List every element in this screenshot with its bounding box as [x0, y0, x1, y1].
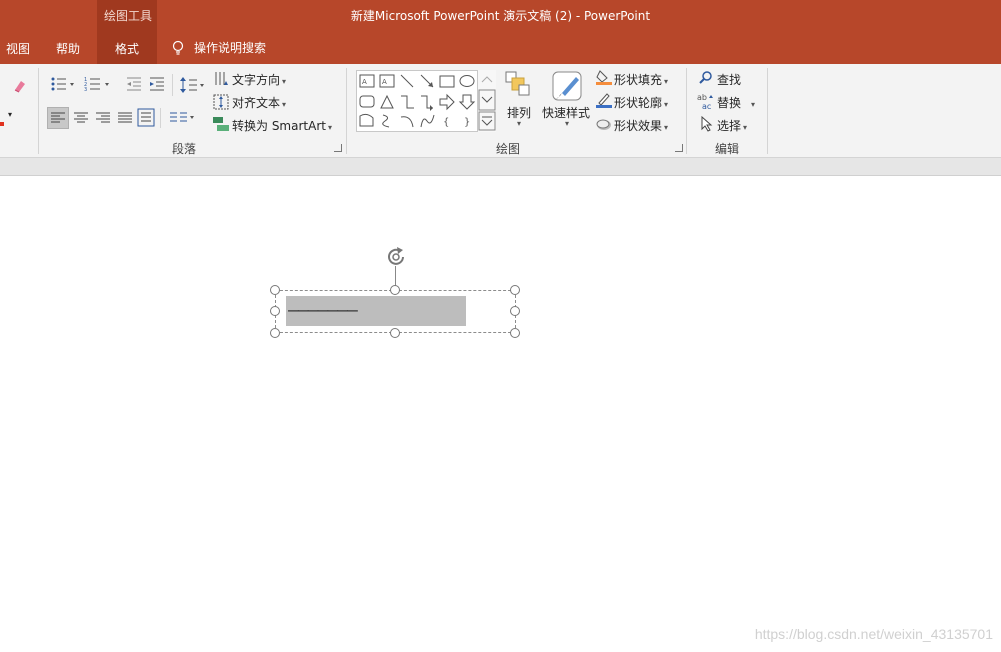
numbering-icon[interactable]: 1 2 3 [84, 76, 112, 92]
gallery-scroll[interactable] [477, 70, 496, 132]
group-separator [767, 68, 768, 154]
replace-label: 替换 [717, 96, 742, 110]
smartart-icon[interactable] [212, 116, 230, 132]
chevron-down-icon: ▾ [743, 123, 748, 132]
paragraph-group-label: 段落 [172, 142, 197, 156]
text-direction-button[interactable]: 文字方向 ▾ [232, 71, 286, 88]
resize-handle-left[interactable] [270, 306, 280, 316]
tab-help[interactable]: 帮助 [56, 40, 80, 57]
shape-effects-button[interactable]: 形状效果 ▾ [614, 117, 668, 134]
rotate-handle-icon[interactable] [384, 245, 408, 269]
select-label: 选择 [717, 119, 742, 133]
align-text-label: 对齐文本 [232, 96, 281, 110]
title-bar: 绘图工具 新建Microsoft PowerPoint 演示文稿 (2) - P… [0, 0, 1001, 64]
line-spacing-icon[interactable] [179, 76, 207, 94]
resize-handle-bottom-left[interactable] [270, 328, 280, 338]
find-button[interactable]: 查找 [717, 71, 741, 88]
align-text-icon[interactable] [213, 94, 229, 110]
bullets-icon[interactable] [50, 76, 76, 92]
find-icon[interactable] [699, 71, 713, 85]
quick-styles-icon[interactable] [552, 71, 584, 103]
font-dropdown-caret[interactable]: ▾ [8, 110, 12, 119]
svg-text:{: { [443, 117, 449, 128]
chevron-down-icon: ▾ [282, 100, 287, 109]
chevron-down-icon: ▾ [327, 123, 332, 132]
chevron-down-icon: ▾ [751, 100, 756, 109]
tab-view[interactable]: 视图 [6, 40, 30, 57]
justify-icon[interactable] [116, 109, 134, 127]
chevron-down-icon: ▾ [664, 123, 669, 132]
chevron-down-icon: ▾ [565, 119, 570, 128]
divider [172, 74, 173, 96]
replace-button[interactable]: 替换 ▾ [717, 94, 755, 111]
resize-handle-bottom[interactable] [390, 328, 400, 338]
shapes-gallery-icons: A A { } [359, 74, 476, 128]
shape-effects-label: 形状效果 [614, 119, 663, 133]
slide-canvas[interactable] [0, 176, 1001, 652]
ruler-strip [0, 158, 1001, 176]
decrease-indent-icon[interactable] [125, 76, 143, 92]
arrange-icon[interactable] [505, 71, 531, 97]
svg-text:3: 3 [84, 87, 87, 92]
svg-text:A: A [362, 78, 367, 86]
shape-fill-label: 形状填充 [614, 73, 663, 87]
select-button[interactable]: 选择 ▾ [717, 117, 747, 134]
tell-me-search[interactable]: 操作说明搜索 [172, 39, 266, 56]
convert-smartart-label: 转换为 SmartArt [232, 119, 326, 133]
align-text-button[interactable]: 对齐文本 ▾ [232, 94, 286, 111]
tab-format[interactable]: 格式 [97, 32, 157, 64]
distributed-icon[interactable] [137, 108, 155, 128]
drawing-dialog-launcher[interactable] [675, 144, 683, 152]
text-direction-icon[interactable] [213, 71, 229, 87]
align-right-icon[interactable] [94, 109, 112, 127]
resize-handle-top[interactable] [390, 285, 400, 295]
group-separator [38, 68, 39, 154]
paragraph-dialog-launcher[interactable] [334, 144, 342, 152]
select-cursor-icon[interactable] [700, 116, 714, 132]
resize-handle-right[interactable] [510, 306, 520, 316]
chevron-down-icon: ▾ [517, 119, 522, 128]
shape-effects-icon[interactable] [596, 116, 612, 132]
svg-text:}: } [464, 117, 470, 128]
watermark-text: https://blog.csdn.net/weixin_43135701 [754, 626, 993, 642]
svg-text:A: A [382, 78, 387, 86]
text-box[interactable]: ——————— [286, 296, 466, 326]
increase-indent-icon[interactable] [148, 76, 166, 92]
columns-icon[interactable] [168, 110, 196, 126]
window-title: 新建Microsoft PowerPoint 演示文稿 (2) - PowerP… [350, 9, 651, 23]
chevron-down-icon: ▾ [664, 100, 669, 109]
gallery-scroll-arrows [478, 76, 496, 131]
text-direction-label: 文字方向 [232, 73, 281, 87]
shape-outline-label: 形状轮廓 [614, 96, 663, 110]
font-color-swatch[interactable] [0, 122, 4, 126]
convert-smartart-button[interactable]: 转换为 SmartArt ▾ [232, 117, 332, 134]
shape-outline-icon[interactable] [596, 92, 612, 108]
editing-group-label: 编辑 [715, 142, 740, 156]
shape-fill-button[interactable]: 形状填充 ▾ [614, 71, 668, 88]
group-separator [346, 68, 347, 154]
align-left-button[interactable] [47, 107, 69, 129]
chevron-down-icon: ▾ [282, 77, 287, 86]
replace-icon[interactable]: ab ac [697, 92, 715, 110]
svg-text:ab: ab [697, 93, 707, 102]
chevron-down-icon: ▾ [664, 77, 669, 86]
divider [160, 108, 161, 128]
drawing-group-label: 绘图 [496, 142, 521, 156]
lightbulb-icon [172, 40, 184, 55]
resize-handle-bottom-right[interactable] [510, 328, 520, 338]
shape-fill-icon[interactable] [596, 69, 612, 85]
clear-formatting-icon[interactable] [12, 78, 28, 94]
align-left-icon [51, 112, 65, 123]
ribbon: ▾ 1 2 3 文字方向 ▾ 对齐文本 ▾ 转换为 SmartArt ▾ 段落 … [0, 64, 1001, 158]
shape-outline-button[interactable]: 形状轮廓 ▾ [614, 94, 668, 111]
svg-text:ac: ac [702, 102, 711, 110]
resize-handle-top-right[interactable] [510, 285, 520, 295]
shapes-gallery[interactable]: A A { } [356, 70, 496, 132]
align-center-icon[interactable] [72, 109, 90, 127]
tell-me-label: 操作说明搜索 [194, 41, 267, 55]
group-separator [686, 68, 687, 154]
resize-handle-top-left[interactable] [270, 285, 280, 295]
